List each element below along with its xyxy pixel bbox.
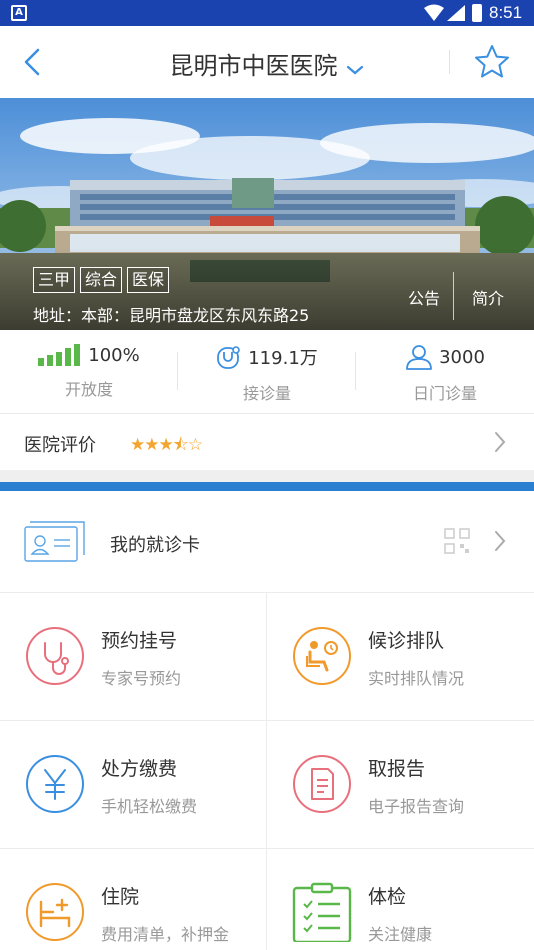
app-header: 昆明市中医医院 bbox=[0, 26, 534, 98]
chevron-right-icon bbox=[495, 531, 506, 551]
tag-insurance: 医保 bbox=[127, 267, 170, 293]
service-title: 处方缴费 bbox=[101, 758, 178, 780]
service-title: 住院 bbox=[101, 886, 140, 908]
tag-grade: 三甲 bbox=[33, 267, 76, 293]
header-divider bbox=[449, 50, 450, 74]
service-subtitle: 实时排队情况 bbox=[368, 669, 465, 688]
service-subtitle: 费用清单，补押金 bbox=[101, 925, 230, 944]
page-title: 昆明市中医医院 bbox=[169, 52, 338, 80]
medical-card-label: 我的就诊卡 bbox=[110, 535, 200, 556]
banner-divider bbox=[453, 272, 454, 320]
rating-label: 医院评价 bbox=[24, 435, 96, 456]
service-subtitle: 关注健康 bbox=[368, 925, 433, 944]
service-subtitle: 手机轻松缴费 bbox=[101, 797, 198, 816]
service-queue[interactable]: 候诊排队 实时排队情况 bbox=[267, 593, 534, 721]
battery-icon bbox=[472, 4, 482, 22]
stethoscope-icon bbox=[26, 627, 84, 685]
stat-label: 接诊量 bbox=[242, 384, 291, 403]
stat-value: 3000 bbox=[439, 346, 485, 368]
chevron-right-icon bbox=[495, 432, 506, 452]
stat-label: 日门诊量 bbox=[412, 384, 477, 403]
tag-type: 综合 bbox=[80, 267, 123, 293]
id-card-icon bbox=[24, 521, 85, 562]
checklist-icon bbox=[292, 882, 352, 942]
service-subtitle: 电子报告查询 bbox=[368, 797, 465, 816]
stat-value: 100% bbox=[88, 344, 140, 366]
hospital-address: 地址：本部：昆明市盘龙区东风东路25 bbox=[33, 306, 310, 325]
service-title: 候诊排队 bbox=[368, 630, 445, 652]
intro-button[interactable]: 简介 bbox=[472, 285, 504, 309]
stat-daily-outpatient: 3000 日门诊量 bbox=[356, 344, 534, 404]
accent-divider bbox=[0, 482, 534, 491]
service-report[interactable]: 取报告 电子报告查询 bbox=[267, 721, 534, 849]
wifi-icon bbox=[424, 4, 444, 21]
service-subtitle: 专家号预约 bbox=[101, 669, 182, 688]
stat-value: 119.1万 bbox=[248, 348, 318, 369]
stethoscope-badge-icon bbox=[217, 346, 241, 369]
signal-bars-icon bbox=[38, 344, 81, 366]
service-appointment[interactable]: 预约挂号 专家号预约 bbox=[0, 593, 267, 721]
service-prescription-payment[interactable]: 处方缴费 手机轻松缴费 bbox=[0, 721, 267, 849]
status-time: 8:51 bbox=[489, 3, 523, 22]
hospital-title-switcher[interactable]: 昆明市中医医院 bbox=[0, 46, 534, 81]
section-spacer bbox=[0, 470, 534, 482]
hospital-stats: 100% 开放度 119.1万 接诊量 3000 日门诊量 bbox=[0, 330, 534, 414]
service-physical-exam[interactable]: 体检 关注健康 bbox=[267, 849, 534, 950]
cell-signal-icon bbox=[447, 5, 465, 21]
hospital-tags: 三甲 综合 医保 bbox=[33, 267, 170, 293]
hospital-bed-icon bbox=[26, 883, 84, 941]
qr-code-icon[interactable] bbox=[444, 528, 470, 554]
status-bar: A 8:51 bbox=[0, 0, 534, 26]
hospital-rating-row[interactable]: 医院评价 ★★★⯪☆ bbox=[0, 414, 534, 470]
service-title: 取报告 bbox=[368, 758, 426, 780]
favorite-star-icon[interactable] bbox=[472, 42, 512, 82]
rating-stars: ★★★⯪☆ bbox=[130, 435, 203, 455]
stat-visits: 119.1万 接诊量 bbox=[178, 344, 356, 404]
service-hospitalization[interactable]: 住院 费用清单，补押金 bbox=[0, 849, 267, 950]
service-grid: 预约挂号 专家号预约 候诊排队 实时排队情况 处方缴费 手机轻松缴费 取报告 电… bbox=[0, 593, 534, 950]
my-medical-card-row[interactable]: 我的就诊卡 bbox=[0, 491, 534, 593]
chevron-down-icon bbox=[346, 65, 363, 74]
app-notification-icon: A bbox=[11, 5, 27, 21]
service-title: 预约挂号 bbox=[101, 630, 178, 652]
stat-open-rate: 100% 开放度 bbox=[0, 344, 178, 400]
notice-button[interactable]: 公告 bbox=[408, 285, 440, 309]
person-icon bbox=[406, 345, 432, 370]
yuan-icon bbox=[26, 755, 84, 813]
service-title: 体检 bbox=[368, 886, 407, 908]
waiting-chair-icon bbox=[293, 627, 351, 685]
stat-label: 开放度 bbox=[64, 380, 113, 399]
report-icon bbox=[293, 755, 351, 813]
